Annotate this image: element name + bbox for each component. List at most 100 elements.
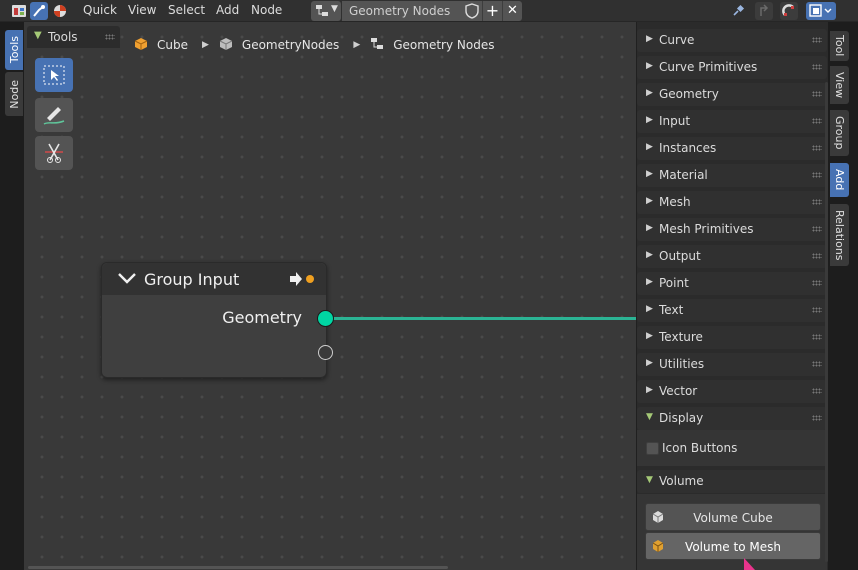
volume-cube-label: Volume Cube bbox=[693, 511, 773, 525]
node-link[interactable] bbox=[325, 317, 636, 320]
tools-panel-header[interactable]: ▼ Tools bbox=[27, 26, 120, 48]
menu-view[interactable]: View bbox=[128, 3, 156, 17]
cut-links-tool-button[interactable] bbox=[35, 136, 73, 170]
drag-grip-icon[interactable] bbox=[812, 334, 822, 340]
drag-grip-icon[interactable] bbox=[812, 199, 822, 205]
mouse-cursor-icon bbox=[743, 558, 759, 570]
empty-output-socket[interactable] bbox=[318, 345, 333, 360]
drag-grip-icon[interactable] bbox=[812, 226, 822, 232]
material-context-icon[interactable] bbox=[51, 2, 69, 20]
tab-group[interactable]: Group bbox=[830, 110, 849, 156]
geometry-nodes-context-icon[interactable] bbox=[30, 2, 48, 20]
drag-grip-icon[interactable] bbox=[812, 172, 822, 178]
drag-grip-icon[interactable] bbox=[812, 118, 822, 124]
tab-tool[interactable]: Tool bbox=[830, 31, 849, 61]
collapse-chevron-icon[interactable] bbox=[117, 271, 137, 288]
drag-grip-icon[interactable] bbox=[105, 34, 115, 40]
category-label: Output bbox=[659, 249, 701, 263]
drag-grip-icon[interactable] bbox=[812, 415, 822, 421]
group-input-node[interactable]: Group Input Geometry bbox=[101, 262, 327, 378]
drag-grip-icon[interactable] bbox=[812, 361, 822, 367]
icon-buttons-checkbox[interactable] bbox=[646, 442, 659, 455]
category-mesh[interactable]: ▶ Mesh bbox=[637, 191, 827, 214]
snap-icon[interactable] bbox=[780, 2, 798, 20]
fake-user-shield-icon[interactable] bbox=[462, 1, 482, 21]
drag-grip-icon[interactable] bbox=[812, 307, 822, 313]
volume-to-mesh-button[interactable]: Volume to Mesh bbox=[645, 532, 821, 560]
category-text[interactable]: ▶ Text bbox=[637, 299, 827, 322]
panel-open-triangle-icon: ▼ bbox=[646, 412, 653, 422]
select-box-tool-button[interactable] bbox=[35, 58, 73, 92]
chevron-right-icon: ▶ bbox=[646, 223, 653, 233]
horizontal-scrollbar[interactable] bbox=[24, 566, 636, 570]
node-header[interactable]: Group Input bbox=[102, 263, 326, 295]
node-title: Group Input bbox=[144, 270, 240, 289]
menu-add[interactable]: Add bbox=[216, 3, 239, 17]
breadcrumb-object: Cube bbox=[157, 38, 188, 52]
pin-icon[interactable] bbox=[729, 2, 747, 20]
tab-relations-label: Relations bbox=[833, 209, 846, 261]
drag-grip-icon[interactable] bbox=[812, 37, 822, 43]
drag-grip-icon[interactable] bbox=[812, 280, 822, 286]
parent-up-icon[interactable] bbox=[755, 2, 773, 20]
category-input[interactable]: ▶ Input bbox=[637, 110, 827, 133]
panel-open-triangle-icon: ▼ bbox=[646, 475, 653, 485]
node-tree-browse-button[interactable]: ▼ bbox=[311, 1, 341, 21]
chevron-right-icon: ▶ bbox=[353, 40, 361, 50]
node-tree-name-field[interactable]: Geometry Nodes bbox=[342, 1, 462, 21]
node-group-output-icon bbox=[289, 271, 319, 290]
category-material[interactable]: ▶ Material bbox=[637, 164, 827, 187]
chevron-right-icon: ▶ bbox=[646, 385, 653, 395]
menu-select[interactable]: Select bbox=[168, 3, 205, 17]
category-label: Input bbox=[659, 114, 691, 128]
category-utilities[interactable]: ▶ Utilities bbox=[637, 353, 827, 376]
tab-tool-label: Tool bbox=[833, 35, 846, 57]
category-output[interactable]: ▶ Output bbox=[637, 245, 827, 268]
menu-quick[interactable]: Quick bbox=[83, 3, 117, 17]
chevron-right-icon: ▶ bbox=[646, 250, 653, 260]
category-instances[interactable]: ▶ Instances bbox=[637, 137, 827, 160]
menu-node[interactable]: Node bbox=[251, 3, 282, 17]
category-label: Point bbox=[659, 276, 689, 290]
drag-grip-icon[interactable] bbox=[812, 253, 822, 259]
category-vector[interactable]: ▶ Vector bbox=[637, 380, 827, 403]
category-label: Geometry bbox=[659, 87, 719, 101]
breadcrumb-modifier: GeometryNodes bbox=[241, 38, 340, 52]
category-curve[interactable]: ▶ Curve bbox=[637, 29, 827, 52]
geometry-output-socket[interactable] bbox=[317, 310, 334, 327]
tab-tools[interactable]: Tools bbox=[5, 30, 23, 70]
tab-add[interactable]: Add bbox=[830, 163, 849, 197]
volume-panel-title: Volume bbox=[659, 474, 704, 488]
chevron-right-icon: ▶ bbox=[646, 277, 653, 287]
drag-grip-icon[interactable] bbox=[812, 91, 822, 97]
overlay-icon[interactable] bbox=[806, 2, 836, 20]
drag-grip-icon[interactable] bbox=[812, 388, 822, 394]
drag-grip-icon[interactable] bbox=[812, 145, 822, 151]
category-curve-primitives[interactable]: ▶ Curve Primitives bbox=[637, 56, 827, 79]
tab-relations[interactable]: Relations bbox=[830, 204, 849, 266]
category-geometry[interactable]: ▶ Geometry bbox=[637, 83, 827, 106]
category-label: Utilities bbox=[659, 357, 705, 371]
volume-panel-header[interactable]: ▼ Volume bbox=[637, 470, 827, 493]
node-tree-icon bbox=[315, 4, 329, 21]
display-panel-title: Display bbox=[659, 411, 704, 425]
category-mesh-primitives[interactable]: ▶ Mesh Primitives bbox=[637, 218, 827, 241]
category-texture[interactable]: ▶ Texture bbox=[637, 326, 827, 349]
tab-node[interactable]: Node bbox=[5, 72, 23, 116]
unlink-x-icon[interactable]: ✕ bbox=[502, 1, 522, 21]
drag-grip-icon[interactable] bbox=[812, 64, 822, 70]
category-label: Vector bbox=[659, 384, 698, 398]
new-plus-icon[interactable]: + bbox=[482, 1, 502, 21]
category-point[interactable]: ▶ Point bbox=[637, 272, 827, 295]
node-editor-canvas[interactable]: ▼ Tools Cube ▶ GeometryNodes ▶ Geometry … bbox=[24, 22, 636, 570]
editor-type-icon[interactable] bbox=[10, 2, 28, 20]
tab-tools-label: Tools bbox=[7, 36, 21, 64]
category-label: Mesh Primitives bbox=[659, 222, 754, 236]
breadcrumb: Cube ▶ GeometryNodes ▶ Geometry Nodes bbox=[134, 36, 494, 54]
volume-cube-button[interactable]: Volume Cube bbox=[645, 503, 821, 531]
node-editor-header: Quick View Select Add Node ▼ Geometry No… bbox=[0, 0, 858, 22]
tab-view[interactable]: View bbox=[830, 66, 849, 104]
display-panel-header[interactable]: ▼ Display bbox=[637, 407, 827, 430]
annotate-tool-button[interactable] bbox=[35, 98, 73, 132]
chevron-right-icon: ▶ bbox=[646, 61, 653, 71]
